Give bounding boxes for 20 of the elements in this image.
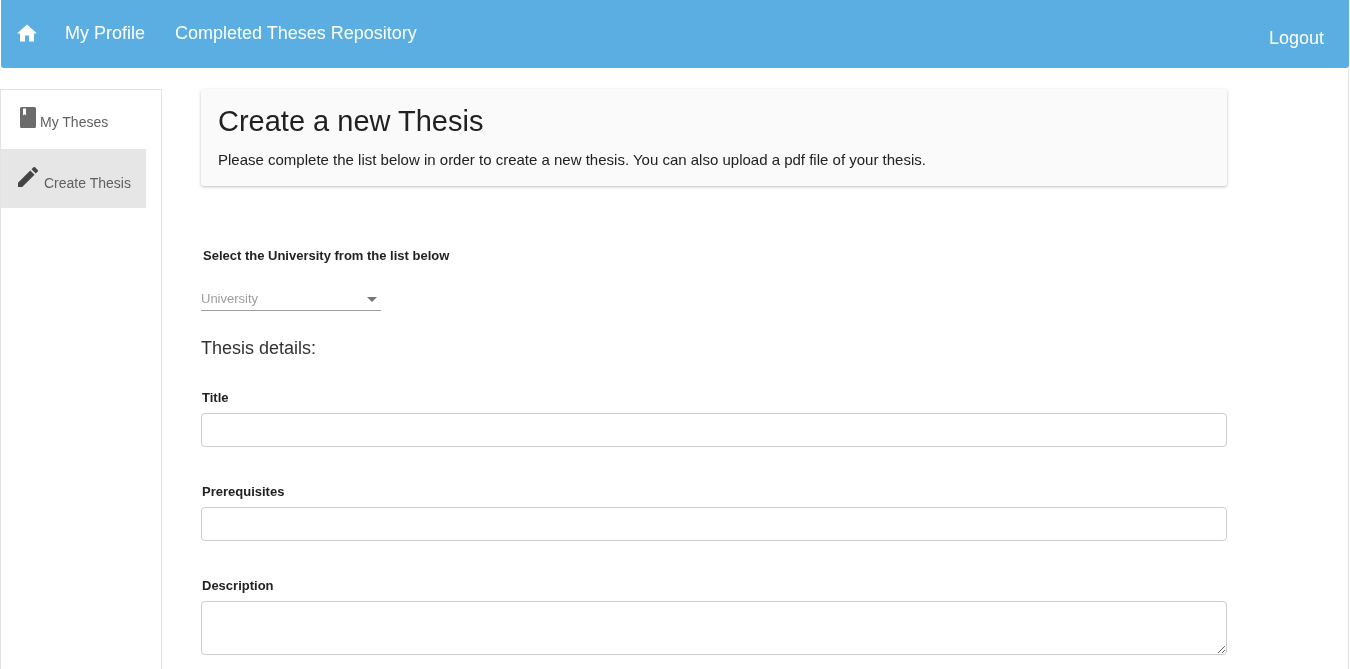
field-label: Prerequisites <box>202 484 285 500</box>
university-select[interactable]: University <box>201 288 381 311</box>
section-title: Thesis details: <box>201 337 317 360</box>
text-input[interactable] <box>201 413 1227 447</box>
caret-icon <box>367 296 377 302</box>
sidebar-item[interactable]: Create Thesis <box>1 149 146 208</box>
logout-link[interactable]: Logout <box>1268 26 1324 50</box>
nav-link[interactable]: Completed Theses Repository <box>175 21 417 45</box>
page-description: Please complete the list below in order to create a new thesis. You can also upload a pdf file of your thesis. <box>218 150 926 170</box>
sidebar-item[interactable]: My Theses <box>1 90 146 149</box>
text-input[interactable] <box>201 507 1227 541</box>
field-label: Title <box>202 390 229 406</box>
page-title: Create a new Thesis <box>218 104 484 139</box>
textarea-field[interactable] <box>201 601 1227 655</box>
university-label: Select the University from the list below <box>203 248 450 264</box>
home-icon[interactable] <box>17 24 37 42</box>
pencil-icon <box>18 167 38 187</box>
field-label: Description <box>202 578 274 594</box>
nav-link[interactable]: My Profile <box>65 21 145 45</box>
book-icon <box>20 107 36 128</box>
